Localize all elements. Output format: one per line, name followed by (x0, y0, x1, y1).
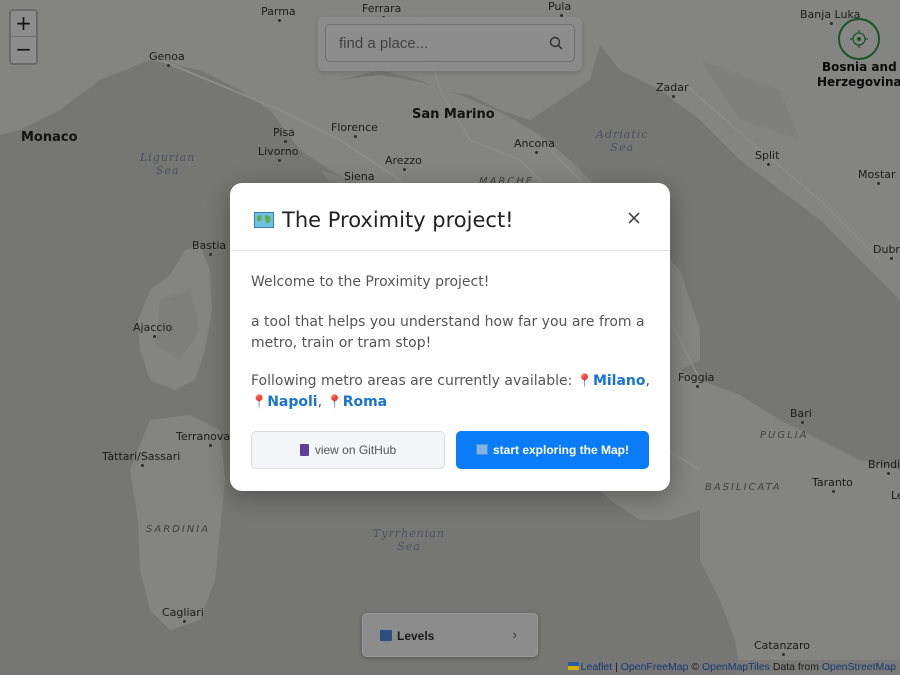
start-exploring-button[interactable]: start exploring the Map! (456, 431, 649, 469)
modal-title-text: The Proximity project! (282, 208, 514, 232)
close-icon[interactable] (627, 211, 641, 225)
welcome-text: Welcome to the Proximity project! (251, 274, 490, 290)
book-icon (299, 444, 309, 456)
description-text: a tool that helps you understand how far… (251, 314, 645, 351)
map-attribution: Leaflet | OpenFreeMap © OpenMapTiles Dat… (563, 660, 900, 675)
city-separator: , (645, 373, 650, 389)
ukraine-flag-icon (567, 662, 579, 670)
attribution-data-from: Data from (769, 661, 822, 673)
city-link-napoli[interactable]: Napoli (267, 394, 317, 410)
openstreetmap-link[interactable]: OpenStreetMap (822, 661, 896, 673)
modal-title: The Proximity project! (254, 208, 514, 232)
modal-header: The Proximity project! (230, 183, 670, 251)
levels-icon (380, 630, 392, 641)
map-icon (475, 444, 488, 455)
levels-panel-button[interactable]: Levels › (362, 613, 538, 657)
view-on-github-button[interactable]: view on GitHub (251, 431, 445, 469)
pin-icon: 📍 (251, 395, 268, 410)
available-areas-text: Following metro areas are currently avai… (251, 371, 651, 413)
levels-label: Levels (397, 629, 435, 643)
welcome-modal: The Proximity project! Welcome to the Pr… (230, 183, 670, 491)
available-areas-prefix: Following metro areas are currently avai… (251, 373, 573, 389)
attribution-copyright: © (688, 661, 703, 673)
openfreemap-link[interactable]: OpenFreeMap (621, 661, 689, 673)
city-separator: , (317, 394, 323, 410)
openmaptiles-link[interactable]: OpenMapTiles (702, 661, 770, 673)
city-link-milano[interactable]: Milano (593, 373, 646, 389)
chevron-right-icon: › (512, 627, 517, 642)
city-link-roma[interactable]: Roma (343, 394, 387, 410)
world-map-icon (254, 212, 274, 228)
attribution-sep: | (612, 661, 621, 673)
github-button-label: view on GitHub (314, 443, 397, 457)
explore-button-label: start exploring the Map! (492, 443, 629, 457)
pin-icon: 📍 (326, 395, 343, 410)
leaflet-link[interactable]: Leaflet (581, 661, 613, 673)
pin-icon: 📍 (576, 374, 593, 389)
